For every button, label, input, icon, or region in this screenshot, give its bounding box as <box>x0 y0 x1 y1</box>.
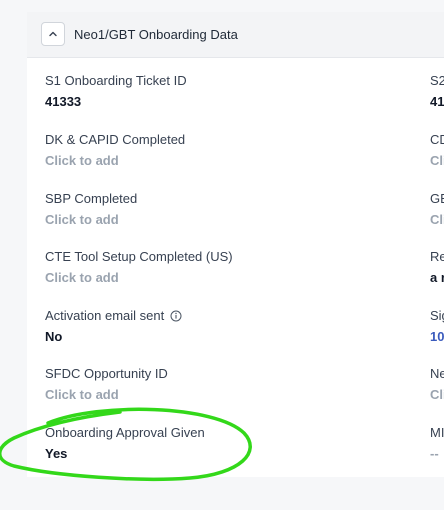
field-cte-tool-setup-completed: CTE Tool Setup Completed (US) Click to a… <box>45 249 233 285</box>
field-right-5: Sig 104 <box>430 308 444 344</box>
field-value[interactable]: No <box>45 329 182 344</box>
click-to-add-value[interactable]: Click to add <box>45 212 137 227</box>
info-icon[interactable] <box>170 310 182 322</box>
click-to-add-value[interactable]: Cli <box>430 153 444 168</box>
field-dk-capid-completed: DK & CAPID Completed Click to add <box>45 132 185 168</box>
field-s1-onboarding-ticket-id: S1 Onboarding Ticket ID 41333 <box>45 73 187 109</box>
field-value[interactable]: 41333 <box>45 94 187 109</box>
field-onboarding-approval-given: Onboarding Approval Given Yes <box>45 425 205 461</box>
field-label-text: Activation email sent <box>45 308 165 323</box>
section-title: Neo1/GBT Onboarding Data <box>74 27 238 42</box>
section-header[interactable]: Neo1/GBT Onboarding Data <box>27 12 444 58</box>
field-label: S1 Onboarding Ticket ID <box>45 73 187 88</box>
onboarding-data-panel: Neo1/GBT Onboarding Data S1 Onboarding T… <box>27 12 444 477</box>
click-to-add-value[interactable]: Click to add <box>45 153 185 168</box>
field-label: CD <box>430 132 444 147</box>
field-label: DK & CAPID Completed <box>45 132 186 147</box>
field-label: CTE Tool Setup Completed (US) <box>45 249 233 264</box>
click-to-add-value[interactable]: Cli <box>430 387 444 402</box>
click-to-add-value[interactable]: Click to add <box>45 270 233 285</box>
field-value[interactable]: a r <box>430 270 444 285</box>
field-label: Onboarding Approval Given <box>45 425 205 440</box>
field-label: Re <box>430 249 444 264</box>
collapse-section-button[interactable] <box>41 22 65 46</box>
field-label: Ne <box>430 366 444 381</box>
field-label: Sig <box>430 308 444 323</box>
field-sfdc-opportunity-id: SFDC Opportunity ID Click to add <box>45 366 168 402</box>
field-right-3: GE Cli <box>430 191 444 227</box>
field-label: GE <box>430 191 444 206</box>
click-to-add-value[interactable]: Cli <box>430 212 444 227</box>
field-label: SBP Completed <box>45 191 138 206</box>
field-value[interactable]: 41 <box>430 94 444 109</box>
field-value[interactable]: -- <box>430 446 444 461</box>
field-label: MI <box>430 425 444 440</box>
field-right-2: CD Cli <box>430 132 444 168</box>
click-to-add-value[interactable]: Click to add <box>45 387 168 402</box>
chevron-up-icon <box>49 31 57 37</box>
field-link-value[interactable]: 104 <box>430 329 444 344</box>
field-label: SFDC Opportunity ID <box>45 366 168 381</box>
field-activation-email-sent: Activation email sent No <box>45 308 182 344</box>
field-label: Activation email sent <box>45 308 182 323</box>
field-right-1: S2 41 <box>430 73 444 109</box>
field-right-4: Re a r <box>430 249 444 285</box>
field-label: S2 <box>430 73 444 88</box>
field-right-6: Ne Cli <box>430 366 444 402</box>
field-sbp-completed: SBP Completed Click to add <box>45 191 137 227</box>
field-right-7: MI -- <box>430 425 444 461</box>
field-value[interactable]: Yes <box>45 446 205 461</box>
